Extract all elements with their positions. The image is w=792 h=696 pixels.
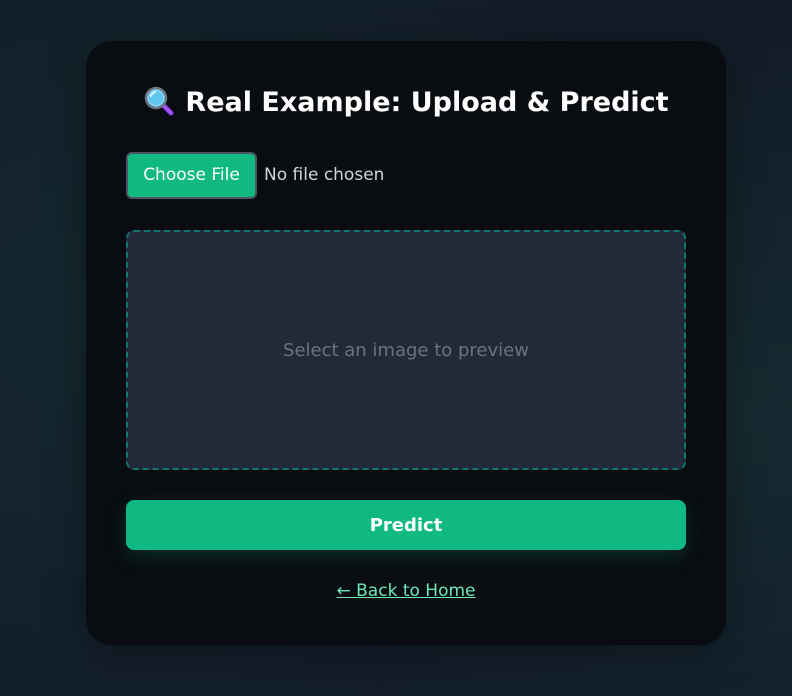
file-status-text: No file chosen — [264, 165, 385, 185]
back-to-home-link[interactable]: ← Back to Home — [86, 581, 726, 601]
upload-card: Real Example: Upload & Predict Choose Fi… — [86, 41, 726, 645]
page-title: Real Example: Upload & Predict — [185, 87, 669, 118]
preview-placeholder: Select an image to preview — [283, 339, 529, 361]
predict-button[interactable]: Predict — [126, 500, 686, 550]
image-preview-area: Select an image to preview — [126, 230, 686, 470]
magnifying-glass-icon — [143, 85, 175, 117]
page-title-row: Real Example: Upload & Predict — [86, 85, 726, 121]
file-input[interactable]: Choose File No file chosen — [126, 151, 384, 199]
choose-file-button[interactable]: Choose File — [126, 151, 257, 199]
